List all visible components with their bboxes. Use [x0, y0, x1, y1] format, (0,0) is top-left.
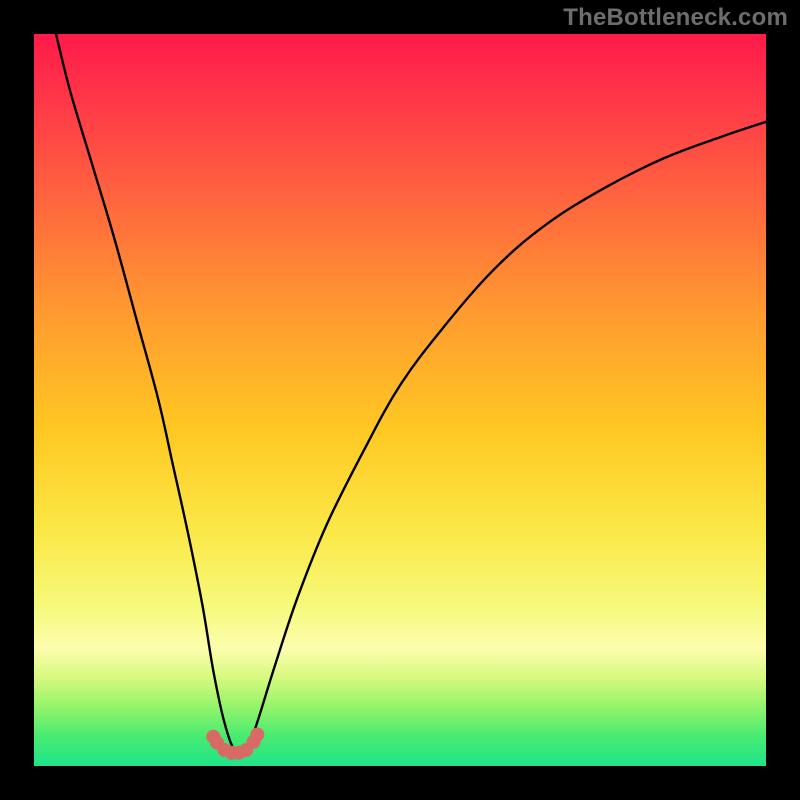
- watermark-text: TheBottleneck.com: [563, 4, 788, 32]
- plot-area: [34, 34, 766, 766]
- bottleneck-marker-point: [250, 728, 264, 742]
- bottleneck-curve: [56, 34, 766, 755]
- curve-svg: [34, 34, 766, 766]
- bottleneck-marker-cluster: [206, 728, 264, 760]
- chart-frame: TheBottleneck.com: [0, 0, 800, 800]
